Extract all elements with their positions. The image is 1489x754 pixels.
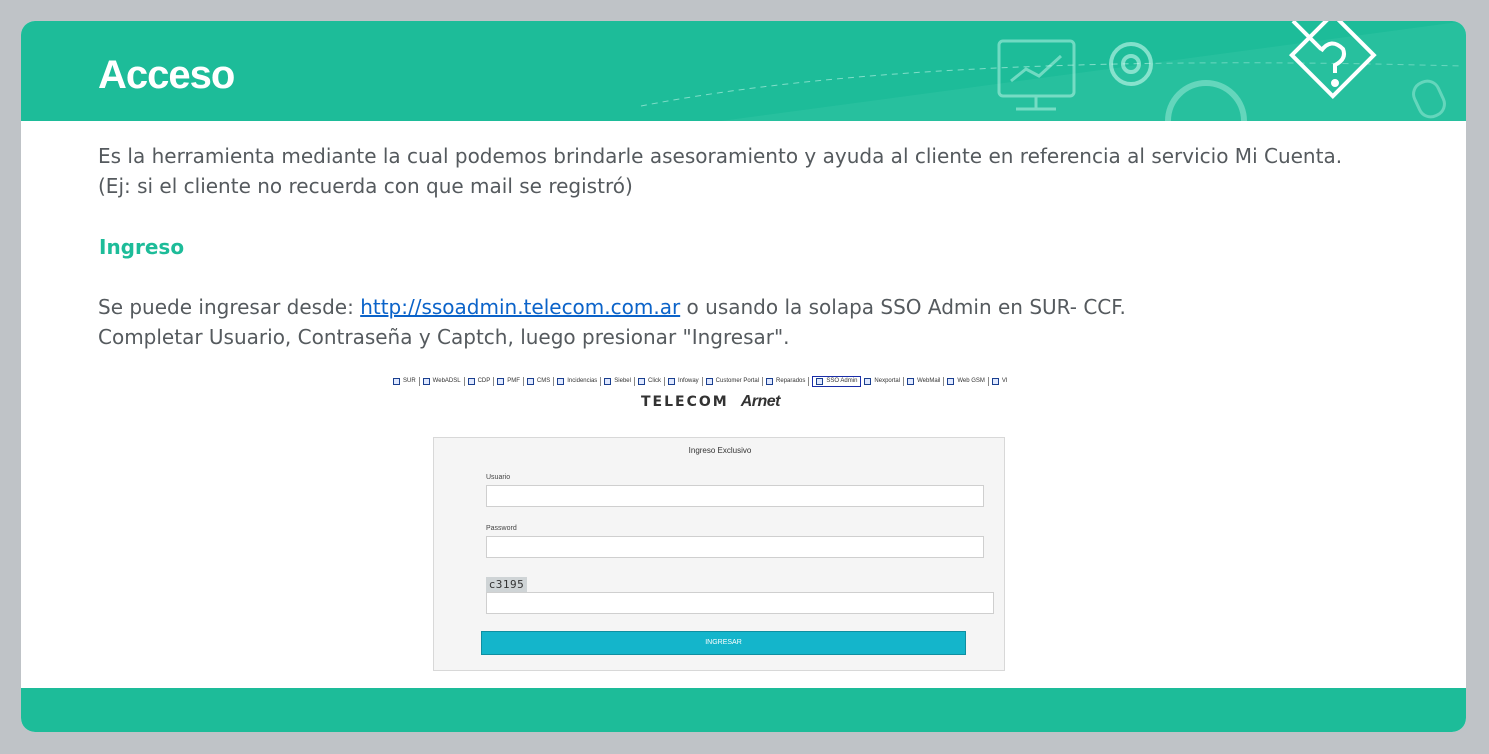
browser-tab[interactable]: Incidencias [557, 376, 602, 386]
browser-tab[interactable]: Click [637, 376, 665, 386]
browser-tab[interactable]: Infoway [667, 376, 703, 386]
page-title: Acceso [98, 53, 235, 97]
tab-icon [526, 377, 534, 385]
tab-label: VIS [1001, 378, 1007, 384]
tab-label: Web GSM [957, 378, 985, 384]
arnet-logo: Arnet [740, 393, 781, 410]
captcha-image: c3195 [486, 577, 527, 592]
tab-icon [705, 377, 713, 385]
browser-tab[interactable]: Siebel [604, 376, 635, 386]
user-label: Usuario [486, 474, 511, 481]
instructions-suffix: o usando la solapa SSO Admin en SUR- CCF… [680, 295, 1126, 319]
footer-bar [21, 688, 1466, 732]
browser-tab[interactable]: Customer Portal [705, 376, 764, 386]
intro-line-2: (Ej: si el cliente no recuerda con que m… [98, 174, 633, 198]
tab-icon [864, 377, 872, 385]
tab-label: Incidencias [567, 378, 598, 384]
browser-tab[interactable]: Web GSM [947, 376, 989, 386]
tab-icon [907, 377, 915, 385]
browser-tab[interactable]: VIS [991, 377, 1007, 386]
slide-card: Acceso Es la herramienta mediante la cua… [21, 21, 1466, 732]
tab-icon [766, 377, 774, 385]
browser-tab[interactable]: CDP [467, 376, 495, 386]
tab-icon [497, 377, 505, 385]
tab-label: Siebel [614, 378, 631, 384]
ssoadmin-link[interactable]: http://ssoadmin.telecom.com.ar [360, 295, 680, 319]
tab-icon [422, 377, 430, 385]
password-input[interactable] [486, 536, 984, 558]
tab-label: Reparados [776, 378, 806, 384]
intro-paragraph: Es la herramienta mediante la cual podem… [98, 141, 1342, 201]
tab-label: WebADSL [432, 378, 461, 384]
tab-label: Nexportal [874, 378, 901, 384]
captcha-input[interactable] [486, 592, 994, 614]
header-banner: Acceso [21, 21, 1466, 121]
login-form: Ingreso Exclusivo Usuario Password c3195… [433, 437, 1005, 671]
tab-label: Infoway [677, 378, 699, 384]
browser-tab[interactable]: WebMail [907, 376, 945, 386]
tab-label: CDP [477, 378, 491, 384]
browser-tab[interactable]: CMS [526, 376, 555, 386]
instructions-line-2: Completar Usuario, Contraseña y Captch, … [98, 325, 790, 349]
tab-icon [604, 377, 612, 385]
tab-icon [467, 377, 475, 385]
section-title-ingreso: Ingreso [99, 235, 185, 259]
tab-label: Click [647, 378, 661, 384]
browser-tab[interactable]: SUR [393, 376, 420, 386]
browser-tab[interactable]: PMF [497, 376, 524, 386]
ingresar-button[interactable]: INGRESAR [481, 631, 966, 655]
instructions-line-1: Se puede ingresar desde: http://ssoadmin… [98, 292, 1126, 322]
tab-label: CMS [536, 378, 551, 384]
telecom-logo: TELECOM [641, 394, 729, 410]
tab-icon [816, 377, 824, 385]
browser-tab[interactable]: SSO Admin [812, 375, 862, 387]
tab-label: PMF [507, 378, 520, 384]
password-label: Password [486, 525, 517, 532]
tab-icon [557, 377, 565, 385]
tab-label: SSO Admin [826, 378, 858, 384]
tab-label: SUR [403, 378, 416, 384]
instructions-prefix: Se puede ingresar desde: [98, 295, 361, 319]
header-decoration [640, 21, 1466, 121]
browser-tab[interactable]: Reparados [766, 376, 810, 386]
browser-tab[interactable]: Nexportal [864, 376, 905, 386]
browser-tabs-bar: SUR WebADSL CDP PMF CMS Incidencias Siebel Clic… [393, 375, 1007, 387]
tab-icon [637, 377, 645, 385]
instructions-paragraph: Se puede ingresar desde: http://ssoadmin… [98, 292, 1126, 352]
tab-label: WebMail [917, 378, 941, 384]
tab-label: Customer Portal [715, 378, 760, 384]
tab-icon [667, 377, 675, 385]
tab-icon [947, 377, 955, 385]
tab-icon [393, 377, 400, 385]
tab-icon [991, 377, 999, 385]
login-title: Ingreso Exclusivo [688, 446, 752, 455]
user-input[interactable] [486, 485, 984, 507]
intro-line-1: Es la herramienta mediante la cual podem… [98, 144, 1343, 168]
browser-tab[interactable]: WebADSL [422, 376, 465, 386]
brand-logos: TELECOM Arnet [641, 393, 781, 411]
